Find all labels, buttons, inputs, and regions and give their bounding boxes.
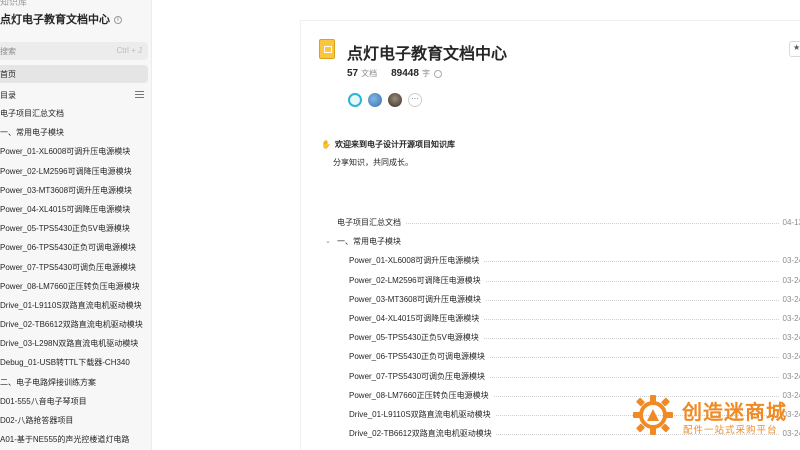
sidebar-doc-item[interactable]: Power_06-TPS5430正负可调电源模块 xyxy=(0,238,151,257)
sidebar-doc-item[interactable]: 二、电子电路焊接训练方案 xyxy=(0,373,151,392)
catalog-item-date: 03-24 xyxy=(779,308,800,329)
yellow-book-icon xyxy=(319,39,335,59)
sidebar-doc-item[interactable]: 电子项目汇总文档 xyxy=(0,104,151,123)
welcome-heading: ✋ 欢迎来到电子设计开源项目知识库 xyxy=(321,139,455,150)
more-members-button[interactable]: ··· xyxy=(408,92,422,107)
catalog-item-date: 03-24 xyxy=(779,347,800,367)
catalog-item-title: Power_01-XL6008可调升压电源模块 xyxy=(349,251,484,271)
watermark-logo: 创造迷商城 配件一站式采购平台 xyxy=(632,392,800,442)
catalog-folder-row[interactable]: ⌄ 一、常用电子模块 xyxy=(321,232,800,252)
book-home: 点灯电子教育文档中心 57文档 89448字 ··· ✋欢迎来到电子设计开源项目知… xyxy=(300,20,800,450)
catalog-doc-row[interactable]: Power_06-TPS5430正负可调电源模块 03-24 xyxy=(321,347,800,367)
catalog-item-title: Drive_01-L9110S双路直流电机驱动模块 xyxy=(349,404,495,425)
member-avatars: ··· xyxy=(348,91,428,109)
page-title: 点灯电子教育文档中心 xyxy=(347,46,508,63)
sidebar: 知识库 点灯电子教育文档中心 i 搜索 Ctrl + J 首页 目录 电子项目汇总… xyxy=(0,0,152,450)
catalog-item-date: 03-24 xyxy=(779,328,800,348)
catalog-item-title: Power_07-TPS5430可调负压电源模块 xyxy=(349,366,490,386)
catalog-doc-row[interactable]: Power_04-XL4015可调降压电源模块 03-24 xyxy=(321,308,800,329)
info-icon[interactable]: i xyxy=(114,16,122,25)
catalog-item-title: 电子项目汇总文档 xyxy=(337,213,405,233)
doc-count-unit: 文档 xyxy=(361,69,378,78)
directory-header: 目录 xyxy=(0,89,151,103)
search-placeholder: 搜索 xyxy=(0,47,16,56)
catalog-item-date: 03-24 xyxy=(779,270,800,290)
sidebar-doc-item[interactable]: Power_02-LM2596可调降压电源模块 xyxy=(0,162,151,181)
gear-logo-icon xyxy=(633,395,673,435)
sidebar-doc-item[interactable]: Power_08-LM7660正压转负压电源模块 xyxy=(0,277,151,296)
sidebar-doc-item[interactable]: 一、常用电子模块 xyxy=(0,123,151,142)
catalog-item-title: Power_03-MT3608可调升压电源模块 xyxy=(349,289,486,309)
app-root: 知识库 点灯电子教育文档中心 i 搜索 Ctrl + J 首页 目录 电子项目汇总… xyxy=(0,0,800,450)
chevron-down-icon[interactable]: ⌄ xyxy=(325,232,331,251)
welcome-subtitle: 分享知识，共同成长。 xyxy=(333,158,413,167)
sidebar-doc-item[interactable]: Drive_02-TB6612双路直流电机驱动模块 xyxy=(0,315,151,334)
sidebar-doc-item[interactable]: A01-基于NE555的声光控楼道灯电路 xyxy=(0,430,151,449)
catalog-item-date: 04-13 xyxy=(779,213,800,233)
word-count: 89448 xyxy=(391,68,419,79)
book-stats: 57 文档 89448 字 xyxy=(347,68,442,79)
avatar[interactable] xyxy=(348,92,362,107)
catalog-item-date: 03-24 xyxy=(779,366,800,386)
catalog-item-date: 03-24 xyxy=(779,251,800,271)
sidebar-doc-item[interactable]: D02-八路抢答器项目 xyxy=(0,411,151,430)
search-shortcut: Ctrl + J xyxy=(116,46,142,55)
directory-label: 目录 xyxy=(0,91,16,100)
info-icon[interactable] xyxy=(433,69,442,78)
sidebar-doc-item[interactable]: Power_03-MT3608可调升压电源模块 xyxy=(0,181,151,200)
welcome-text: 欢迎来到电子设计开源项目知识库 xyxy=(334,140,455,149)
catalog-doc-row[interactable]: Power_01-XL6008可调升压电源模块 03-24 xyxy=(321,251,800,271)
knowledge-base-title[interactable]: 点灯电子教育文档中心 i xyxy=(0,11,122,27)
waving-hand-icon: ✋ xyxy=(321,140,331,149)
doc-count: 57 xyxy=(347,68,359,79)
sidebar-doc-item[interactable]: Power_04-XL4015可调降压电源模块 xyxy=(0,200,151,219)
avatar[interactable] xyxy=(388,92,402,107)
catalog-doc-row[interactable]: Power_05-TPS5430正负5V电源模块 03-24 xyxy=(321,328,800,348)
star-icon[interactable] xyxy=(789,41,800,57)
catalog-item-title: 一、常用电子模块 xyxy=(337,232,405,252)
sidebar-doc-item[interactable]: Power_01-XL6008可调升压电源模块 xyxy=(0,142,151,161)
knowledge-base-title-text: 点灯电子教育文档中心 xyxy=(0,14,110,26)
watermark-brand: 创造迷商城 xyxy=(682,402,787,424)
sidebar-item-label: 首页 xyxy=(0,70,16,79)
sidebar-doc-item[interactable]: Drive_03-L298N双路直流电机驱动模块 xyxy=(0,334,151,353)
word-count-unit: 字 xyxy=(421,69,430,78)
sidebar-item-home[interactable]: 首页 xyxy=(0,65,148,83)
list-icon[interactable] xyxy=(135,91,144,99)
catalog-item-title: Power_06-TPS5430正负可调电源模块 xyxy=(349,347,490,367)
avatar[interactable] xyxy=(368,92,382,107)
breadcrumb[interactable]: 知识库 xyxy=(0,0,27,8)
catalog-doc-row[interactable]: Power_02-LM2596可调降压电源模块 03-24 xyxy=(321,270,800,290)
catalog-doc-row[interactable]: Power_07-TPS5430可调负压电源模块 03-24 xyxy=(321,366,800,386)
catalog-doc-row[interactable]: 电子项目汇总文档 04-13 xyxy=(321,213,800,233)
catalog-item-title: Power_08-LM7660正压转负压电源模块 xyxy=(349,385,493,405)
sidebar-doc-item[interactable]: Debug_01-USB转TTL下载器-CH340 xyxy=(0,353,151,372)
catalog-item-title: Power_05-TPS5430正负5V电源模块 xyxy=(349,328,483,348)
sidebar-doc-item[interactable]: Power_05-TPS5430正负5V电源模块 xyxy=(0,219,151,238)
catalog-item-title: Drive_02-TB6612双路直流电机驱动模块 xyxy=(349,424,496,444)
search-input[interactable]: 搜索 Ctrl + J xyxy=(0,42,148,60)
sidebar-doc-item[interactable]: D01-555八音电子琴项目 xyxy=(0,392,151,411)
catalog-doc-row[interactable]: Power_03-MT3608可调升压电源模块 03-24 xyxy=(321,289,800,309)
sidebar-doc-item[interactable]: Power_07-TPS5430可调负压电源模块 xyxy=(0,258,151,277)
sidebar-doc-list: 电子项目汇总文档 一、常用电子模块 Power_01-XL6008可调升压电源模块 P… xyxy=(0,104,151,449)
watermark-slogan: 配件一站式采购平台 xyxy=(683,425,778,436)
catalog-item-title: Power_02-LM2596可调降压电源模块 xyxy=(349,270,485,290)
catalog-item-date: 03-24 xyxy=(779,289,800,309)
sidebar-doc-item[interactable]: Drive_01-L9110S双路直流电机驱动模块 xyxy=(0,296,151,315)
catalog-item-title: Power_04-XL4015可调降压电源模块 xyxy=(349,308,484,329)
